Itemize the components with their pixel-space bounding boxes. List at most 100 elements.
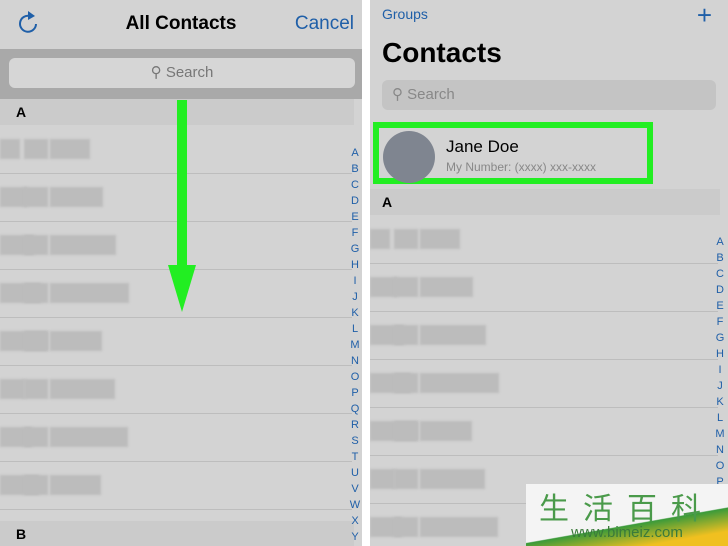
blurred-contact-name	[420, 277, 473, 297]
index-letter-n[interactable]: N	[349, 353, 361, 369]
index-letter-g[interactable]: G	[349, 241, 361, 257]
index-letter-g[interactable]: G	[714, 330, 726, 346]
index-letter-f[interactable]: F	[349, 225, 361, 241]
index-letter-h[interactable]: H	[349, 257, 361, 273]
blurred-contact-name	[420, 325, 486, 345]
contact-row[interactable]	[370, 263, 718, 312]
index-letter-v[interactable]: V	[349, 481, 361, 497]
blurred-contact-name	[394, 277, 418, 297]
blurred-contact-name	[24, 187, 48, 207]
blurred-contact-name	[394, 421, 418, 441]
index-letter-l[interactable]: L	[714, 410, 726, 426]
index-letter-c[interactable]: C	[349, 177, 361, 193]
blurred-contact-name	[394, 469, 418, 489]
contact-row[interactable]	[0, 365, 352, 414]
cancel-button[interactable]: Cancel	[295, 13, 354, 35]
blurred-contact-name	[370, 277, 397, 297]
index-letter-l[interactable]: L	[349, 321, 361, 337]
index-letter-d[interactable]: D	[349, 193, 361, 209]
blurred-contact-name	[50, 379, 115, 399]
contact-row[interactable]	[370, 407, 718, 456]
contact-row[interactable]	[370, 311, 718, 360]
search-icon: ⚲	[150, 64, 162, 81]
blurred-contact-name	[24, 235, 48, 255]
contact-row[interactable]	[370, 359, 718, 408]
blurred-contact-name	[420, 517, 498, 537]
index-letter-x[interactable]: X	[349, 513, 361, 529]
section-header-a: A	[370, 189, 720, 215]
index-letter-e[interactable]: E	[714, 298, 726, 314]
index-letter-i[interactable]: I	[349, 273, 361, 289]
blurred-contact-name	[0, 379, 25, 399]
index-letter-o[interactable]: O	[714, 458, 726, 474]
index-letter-u[interactable]: U	[349, 465, 361, 481]
contact-row[interactable]	[0, 461, 352, 510]
index-letter-s[interactable]: S	[349, 433, 361, 449]
blurred-contact-name	[50, 331, 102, 351]
blurred-contact-name	[24, 283, 48, 303]
blurred-contact-name	[420, 469, 485, 489]
index-letter-b[interactable]: B	[714, 250, 726, 266]
index-letter-d[interactable]: D	[714, 282, 726, 298]
index-letter-j[interactable]: J	[714, 378, 726, 394]
index-letter-a[interactable]: A	[349, 145, 361, 161]
contact-row[interactable]	[370, 215, 718, 264]
index-letter-i[interactable]: I	[714, 362, 726, 378]
index-letter-e[interactable]: E	[349, 209, 361, 225]
my-card[interactable]: Jane Doe My Number: (xxxx) xxx-xxxx	[373, 122, 653, 184]
index-letter-a[interactable]: A	[714, 234, 726, 250]
blurred-contact-name	[24, 139, 48, 159]
search-icon: ⚲	[392, 86, 403, 103]
index-letter-p[interactable]: P	[349, 385, 361, 401]
contact-row[interactable]	[0, 413, 352, 462]
index-letter-r[interactable]: R	[349, 417, 361, 433]
blurred-contact-name	[394, 229, 418, 249]
index-letter-w[interactable]: W	[349, 497, 361, 513]
blurred-contact-name	[394, 517, 418, 537]
blurred-contact-name	[24, 427, 48, 447]
blurred-contact-name	[50, 139, 90, 159]
index-letter-m[interactable]: M	[349, 337, 361, 353]
blurred-contact-name	[420, 421, 472, 441]
search-input[interactable]: ⚲ Search	[382, 80, 716, 110]
blurred-contact-name	[50, 283, 129, 303]
blurred-contact-name	[24, 379, 48, 399]
blurred-contact-name	[0, 187, 27, 207]
blurred-contact-name	[24, 475, 48, 495]
index-letter-c[interactable]: C	[714, 266, 726, 282]
page-title: Contacts	[382, 37, 502, 68]
index-letter-k[interactable]: K	[349, 305, 361, 321]
contact-name: Jane Doe	[446, 137, 519, 156]
watermark: 生活百科 www.bimeiz.com	[526, 484, 728, 546]
index-letter-j[interactable]: J	[349, 289, 361, 305]
blurred-contact-name	[50, 187, 103, 207]
index-letter-t[interactable]: T	[349, 449, 361, 465]
index-letter-y[interactable]: Y	[349, 529, 361, 545]
index-letter-q[interactable]: Q	[349, 401, 361, 417]
index-letter-h[interactable]: H	[714, 346, 726, 362]
groups-button[interactable]: Groups	[382, 6, 428, 22]
index-letter-n[interactable]: N	[714, 442, 726, 458]
blurred-contact-name	[50, 475, 101, 495]
avatar	[383, 131, 435, 183]
blurred-contact-name	[420, 229, 460, 249]
blurred-contact-name	[50, 427, 128, 447]
index-letter-b[interactable]: B	[349, 161, 361, 177]
section-header-b: B	[0, 521, 354, 546]
index-letter-f[interactable]: F	[714, 314, 726, 330]
blurred-contact-name	[394, 325, 418, 345]
contacts-panel: Groups + Contacts ⚲ Search Jane Doe My N…	[370, 0, 728, 546]
blurred-contact-name	[0, 139, 20, 159]
blurred-contact-name	[50, 235, 116, 255]
all-contacts-panel: All Contacts Cancel ⚲ Search A B ABCDEFG…	[0, 0, 362, 546]
index-letter-k[interactable]: K	[714, 394, 726, 410]
blurred-contact-name	[420, 373, 499, 393]
blurred-contact-name	[24, 331, 48, 351]
my-number: My Number: (xxxx) xxx-xxxx	[446, 160, 596, 174]
plus-icon[interactable]: +	[697, 0, 712, 31]
index-letter-m[interactable]: M	[714, 426, 726, 442]
blurred-contact-name	[370, 229, 390, 249]
search-input[interactable]: ⚲ Search	[9, 58, 355, 88]
contact-row[interactable]	[0, 317, 352, 366]
index-letter-o[interactable]: O	[349, 369, 361, 385]
